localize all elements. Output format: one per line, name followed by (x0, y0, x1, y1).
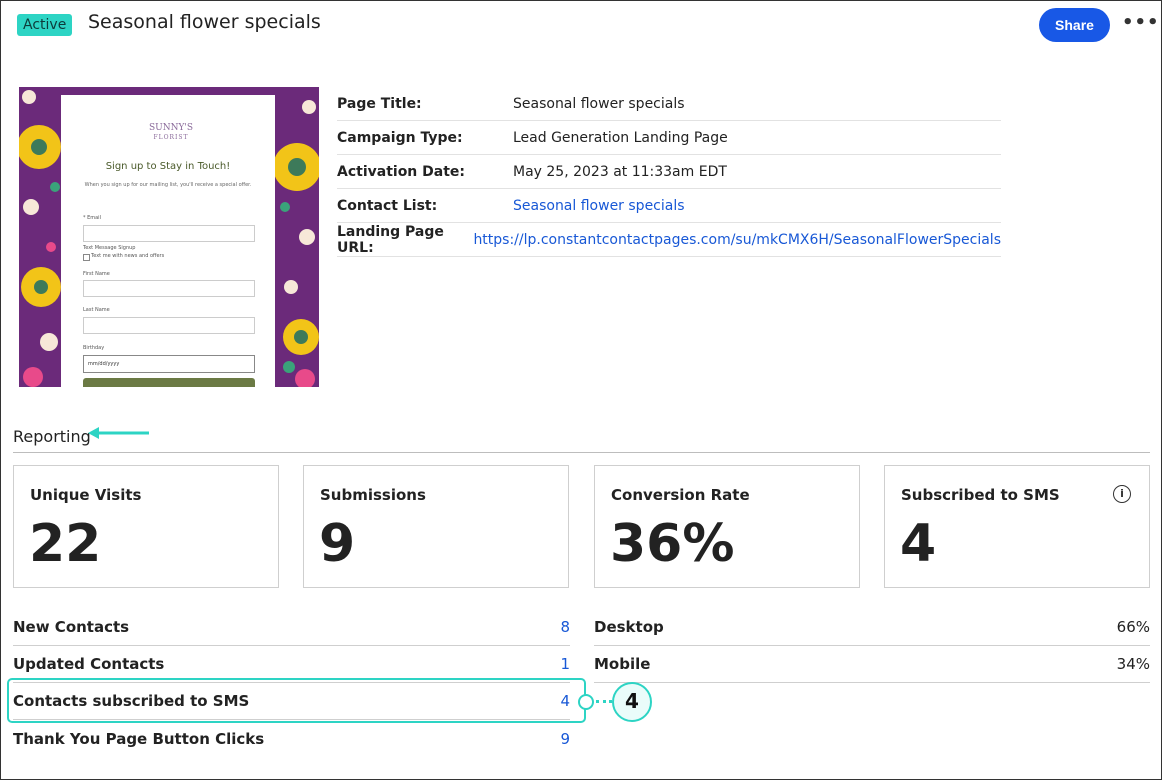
page-title: Seasonal flower specials (88, 11, 321, 33)
info-icon[interactable]: i (1113, 485, 1131, 503)
highlight-box (7, 678, 586, 723)
detail-row-activation-date: Activation Date: May 25, 2023 at 11:33am… (337, 155, 1001, 189)
callout-number: 4 (612, 682, 652, 722)
card-title: Subscribed to SMS (901, 486, 1060, 504)
stat-label: New Contacts (13, 618, 130, 636)
birthday-label: Birthday (83, 345, 105, 351)
detail-label: Landing Page URL: (337, 223, 444, 256)
status-badge: Active (17, 14, 73, 36)
logo-line2: FLORIST (153, 134, 189, 141)
card-title: Submissions (320, 486, 426, 504)
detail-label: Page Title: (337, 95, 422, 112)
stat-label: Desktop (594, 618, 664, 636)
sms-checkbox-label: Text me with news and offers (91, 253, 165, 259)
birthday-field: mm/dd/yyyy (83, 355, 255, 373)
campaign-details: Page Title: Seasonal flower specials Cam… (337, 87, 1001, 257)
card-submissions: Submissions 9 (303, 465, 569, 588)
first-name-field (83, 280, 255, 297)
preview-subtext: When you sign up for our mailing list, y… (84, 182, 252, 188)
last-name-field (83, 317, 255, 334)
stat-value: 66% (1116, 618, 1150, 636)
arrow-left-icon (88, 427, 149, 439)
stat-label: Mobile (594, 655, 651, 673)
card-value: 36% (610, 514, 735, 574)
logo-line1: SUNNY'S (148, 123, 194, 133)
signup-button-preview (83, 378, 255, 387)
stat-row-desktop: Desktop 66% (594, 609, 1150, 646)
email-label: * Email (83, 215, 101, 221)
landing-page-url-link[interactable]: https://lp.constantcontactpages.com/su/m… (473, 232, 1001, 248)
stat-value-link[interactable]: 8 (560, 618, 570, 636)
sms-checkbox (83, 254, 90, 261)
card-title: Conversion Rate (611, 486, 750, 504)
detail-label: Campaign Type: (337, 129, 463, 146)
signup-form-preview: SUNNY'S FLORIST Sign up to Stay in Touch… (61, 95, 275, 387)
detail-row-page-title: Page Title: Seasonal flower specials (337, 87, 1001, 121)
callout-connector (578, 694, 594, 710)
card-value: 22 (29, 514, 102, 574)
stat-row-new-contacts: New Contacts 8 (13, 609, 570, 646)
stat-value-link[interactable]: 1 (560, 655, 570, 673)
detail-row-landing-page-url: Landing Page URL: https://lp.constantcon… (337, 223, 1001, 257)
detail-value: Seasonal flower specials (513, 95, 685, 112)
first-name-label: First Name (83, 271, 110, 277)
preview-heading: Sign up to Stay in Touch! (105, 161, 231, 172)
stat-row-thank-you-clicks: Thank You Page Button Clicks 9 (13, 720, 570, 757)
callout-dots (596, 700, 612, 703)
reporting-heading: Reporting (13, 427, 91, 446)
card-value: 9 (319, 514, 356, 574)
more-options-icon[interactable]: ••• (1122, 12, 1159, 36)
last-name-label: Last Name (83, 307, 110, 313)
card-conversion-rate: Conversion Rate 36% (594, 465, 860, 588)
detail-label: Activation Date: (337, 163, 466, 180)
detail-value: May 25, 2023 at 11:33am EDT (513, 163, 727, 180)
stat-value-link[interactable]: 9 (560, 730, 570, 748)
share-button[interactable]: Share (1039, 8, 1110, 42)
email-field (83, 225, 255, 242)
contact-list-link[interactable]: Seasonal flower specials (513, 198, 685, 214)
florist-logo: SUNNY'S FLORIST (141, 123, 201, 143)
card-unique-visits: Unique Visits 22 (13, 465, 279, 588)
sms-signup-label: Text Message Signup (83, 245, 136, 251)
detail-row-contact-list: Contact List: Seasonal flower specials (337, 189, 1001, 223)
detail-value: Lead Generation Landing Page (513, 129, 728, 146)
card-title: Unique Visits (30, 486, 142, 504)
stat-label: Thank You Page Button Clicks (13, 729, 265, 748)
stat-label: Updated Contacts (13, 655, 165, 673)
stat-value: 34% (1116, 655, 1150, 673)
reporting-divider (13, 452, 1150, 453)
detail-label: Contact List: (337, 197, 438, 214)
card-subscribed-sms: Subscribed to SMS i 4 (884, 465, 1150, 588)
stat-row-mobile: Mobile 34% (594, 646, 1150, 683)
card-value: 4 (900, 514, 937, 574)
landing-page-preview[interactable]: SUNNY'S FLORIST Sign up to Stay in Touch… (19, 87, 319, 387)
detail-row-campaign-type: Campaign Type: Lead Generation Landing P… (337, 121, 1001, 155)
